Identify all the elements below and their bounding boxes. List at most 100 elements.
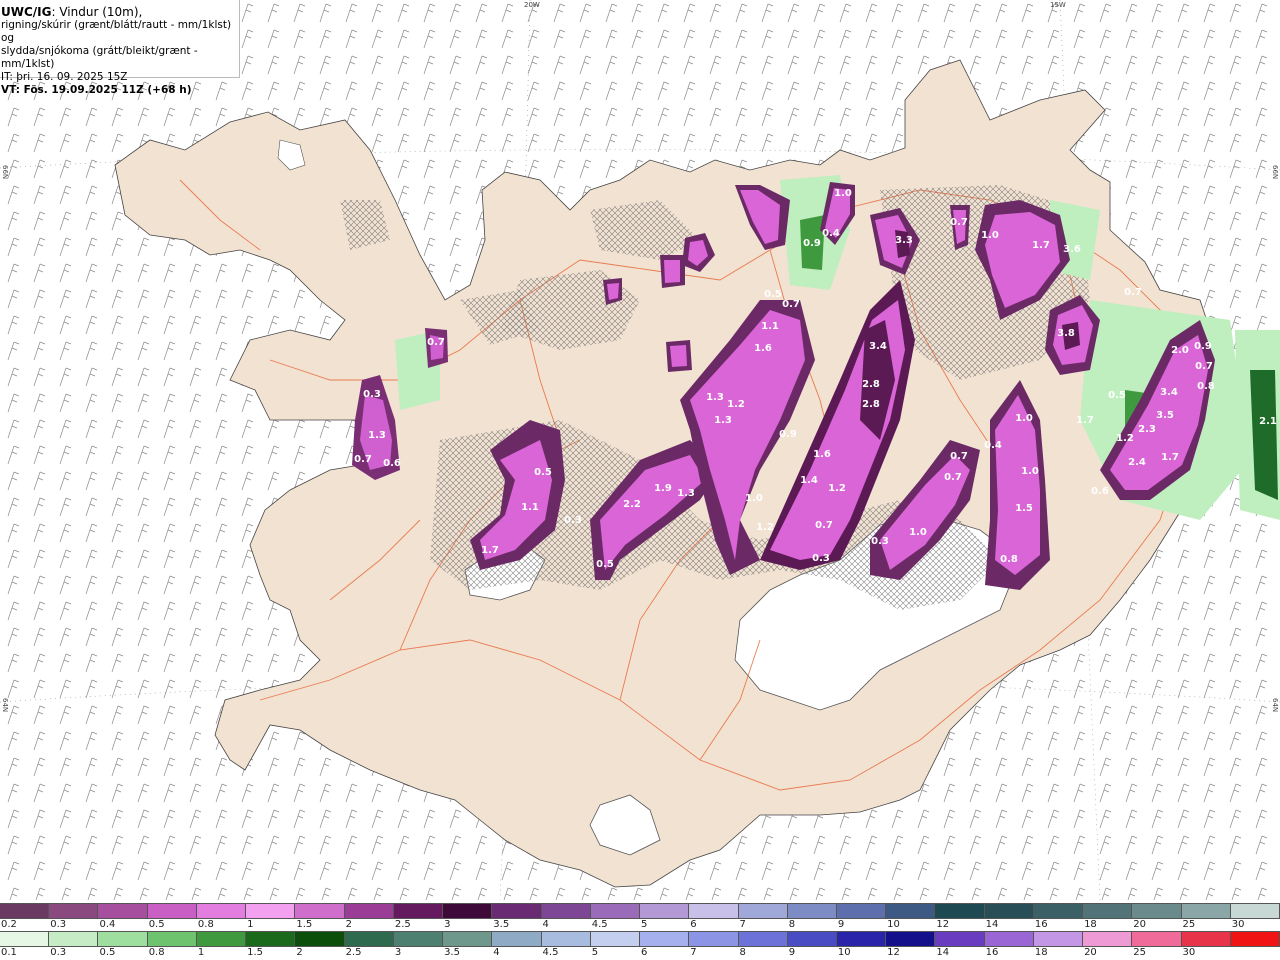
latitude-label-left-lower: 64N xyxy=(1,698,9,713)
legend-tick-label: 18 xyxy=(1034,947,1048,958)
legend-swatch xyxy=(836,932,887,946)
legend-tick-label: 5 xyxy=(641,919,648,930)
legend-swatch xyxy=(147,932,197,946)
legend-swatch xyxy=(49,904,99,918)
legend-tick-label: 30 xyxy=(1182,947,1196,958)
precip-value: 2.8 xyxy=(862,399,880,410)
legend-tick-label: 4 xyxy=(493,947,500,958)
legend-swatch xyxy=(98,904,148,918)
latitude-label-left-upper: 66N xyxy=(1,165,9,180)
precip-value: 1.7 xyxy=(481,545,499,556)
legend-tick-label: 3.5 xyxy=(444,947,460,958)
legend-swatch xyxy=(590,904,641,918)
legend-swatch xyxy=(590,932,641,946)
precip-value: 2.8 xyxy=(862,379,880,390)
model-name: UWC/IG xyxy=(1,5,52,19)
precip-value: 0.3 xyxy=(812,553,830,564)
legend-tick-label: 4.5 xyxy=(591,919,608,930)
legend-tick-label: 4 xyxy=(542,919,549,930)
precip-value: 1.0 xyxy=(909,527,927,538)
legend-swatch xyxy=(443,904,493,918)
legend-swatch xyxy=(0,932,50,946)
precip-value: 0.3 xyxy=(363,389,381,400)
precip-value: 0.7 xyxy=(1195,361,1213,372)
legend-tick-label: 2 xyxy=(296,947,303,958)
precip-value: 3.3 xyxy=(895,235,913,246)
legend-tick-label: 8 xyxy=(788,919,796,930)
legend-tick-label: 1.5 xyxy=(247,947,264,958)
map-title-box: UWC/IG: Vindur (10m), rigning/skúrir (gr… xyxy=(0,0,240,96)
precip-value: 1.7 xyxy=(1032,240,1050,251)
legend-swatch xyxy=(1230,932,1280,946)
legend-swatch xyxy=(935,932,985,946)
longitude-label-15w: 15W xyxy=(1050,1,1066,9)
legend-swatch xyxy=(541,932,591,946)
legend-swatch xyxy=(738,932,788,946)
precip-value: 1.2 xyxy=(756,522,774,533)
legend-swatch xyxy=(196,904,247,918)
precip-value: 0.9 xyxy=(803,238,821,249)
legend-swatch xyxy=(492,904,542,918)
legend-swatch xyxy=(984,904,1034,918)
legend-tick-label: 0.4 xyxy=(99,919,116,930)
precip-value: 0.7 xyxy=(354,454,372,465)
precip-value: 0.4 xyxy=(822,228,840,239)
precip-value: 3.5 xyxy=(1156,410,1174,421)
legend-swatch xyxy=(935,904,985,918)
precip-value: 1.1 xyxy=(761,321,779,332)
precip-value: 3.4 xyxy=(1160,387,1178,398)
legend-swatch xyxy=(787,904,837,918)
legend-swatch xyxy=(492,932,542,946)
legend-swatch xyxy=(640,904,690,918)
title-line1: : Vindur (10m), xyxy=(51,5,143,19)
legend-tick-label: 20 xyxy=(1084,947,1097,958)
precip-value: 1.2 xyxy=(1116,433,1134,444)
legend-tick-label: 0.1 xyxy=(1,947,17,958)
precip-value: 1.0 xyxy=(1015,413,1033,424)
longitude-label-20w: 20W xyxy=(524,1,540,9)
valid-time: VT: Fös. 19.09.2025 11Z (+68 h) xyxy=(1,84,192,96)
legend-swatch xyxy=(1083,904,1133,918)
legend-tick-label: 16 xyxy=(985,947,999,958)
legend-swatch xyxy=(147,904,197,918)
precip-value: 1.0 xyxy=(745,493,763,504)
legend-swatch xyxy=(393,904,444,918)
precip-value: 0.9 xyxy=(1194,341,1212,352)
legend-swatch xyxy=(295,904,345,918)
legend-tick-label: 2.5 xyxy=(345,947,362,958)
legend-tick-label: 9 xyxy=(788,947,796,958)
legend-tick-label: 0.3 xyxy=(50,947,67,958)
legend-swatch xyxy=(886,932,936,946)
legend-tick-label: 16 xyxy=(1034,919,1048,930)
weather-map: 0.7 0.3 1.3 0.7 0.6 0.5 1.1 1.7 0.3 0.5 … xyxy=(0,0,1280,900)
legend-swatch xyxy=(1132,932,1182,946)
precip-value: 0.5 xyxy=(596,559,614,570)
precip-value: 1.9 xyxy=(654,483,672,494)
legend-tick-label: 20 xyxy=(1133,919,1147,930)
legend-swatch xyxy=(1181,932,1231,946)
legend-rain-swatches xyxy=(0,931,1280,947)
legend-swatch xyxy=(1230,904,1280,918)
precip-value: 1.5 xyxy=(1015,503,1033,514)
legend-swatch xyxy=(541,904,591,918)
legend-snow-swatches xyxy=(0,903,1280,919)
precip-value: 1.2 xyxy=(727,399,745,410)
legend-tick-label: 2 xyxy=(345,919,352,930)
legend-swatch xyxy=(984,932,1034,946)
precip-value: 1.6 xyxy=(813,449,831,460)
precip-value: 0.8 xyxy=(1000,554,1018,565)
legend-swatch xyxy=(738,904,788,918)
legend-swatch xyxy=(1132,904,1182,918)
legend-swatch xyxy=(344,904,394,918)
legend-tick-label: 2.5 xyxy=(394,919,411,930)
precip-value: 0.7 xyxy=(950,217,968,228)
precip-value: 0.5 xyxy=(1108,390,1126,401)
precip-value: 2.0 xyxy=(1171,345,1189,356)
legend-snow-labels: 0.2 0.3 0.4 0.5 0.8 1 1.5 2 2.5 3 3.5 4 4.5 5 6 7 8 9 10 12… xyxy=(0,919,1280,931)
precip-value: 1.3 xyxy=(368,430,386,441)
precip-value: 2.4 xyxy=(1128,457,1146,468)
legend-tick-label: 0.5 xyxy=(99,947,116,958)
precip-value: 1.3 xyxy=(706,392,724,403)
legend-tick-label: 1 xyxy=(247,919,254,930)
legend-tick-label: 6 xyxy=(690,919,697,930)
